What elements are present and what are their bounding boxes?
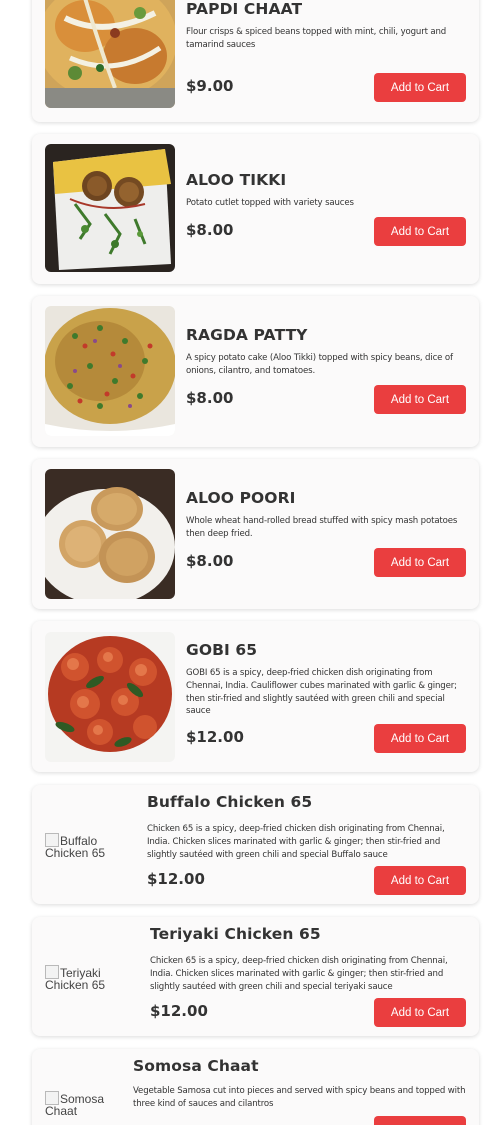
gobi-65-image [45, 632, 175, 762]
item-description: Chicken 65 is a spicy, deep-fried chicke… [147, 824, 445, 860]
add-to-cart-button[interactable]: Add to Cart [374, 385, 466, 414]
menu-item-card: ALOO POORI Whole wheat hand-rolled bread… [32, 459, 479, 609]
add-to-cart-button[interactable]: Add to Cart [374, 998, 466, 1027]
item-description: GOBI 65 is a spicy, deep-fried chicken d… [186, 668, 457, 717]
aloo-tikki-image [45, 144, 175, 272]
broken-image-icon [45, 1091, 59, 1105]
item-description: Vegetable Samosa cut into pieces and ser… [133, 1086, 466, 1109]
item-description: Chicken 65 is a spicy, deep-fried chicke… [150, 956, 448, 992]
item-price: $12.00 [147, 870, 205, 888]
item-title: ALOO POORI [186, 489, 296, 507]
menu-item-card: PAPDI CHAAT Flour crisps & spiced beans … [32, 0, 479, 122]
menu-item-card: RAGDA PATTY A spicy potato cake (Aloo Ti… [32, 296, 479, 447]
item-description: Flour crisps & spiced beans topped with … [186, 27, 447, 50]
item-title: RAGDA PATTY [186, 326, 308, 344]
add-to-cart-button[interactable]: Add to Cart [374, 1116, 466, 1125]
item-title: ALOO TIKKI [186, 171, 287, 189]
item-description: Potato cutlet topped with variety sauces [186, 198, 354, 208]
item-description: Whole wheat hand-rolled bread stuffed wi… [186, 516, 458, 539]
menu-item-card: Somosa Chaat Somosa Chaat Vegetable Samo… [32, 1049, 479, 1125]
add-to-cart-button[interactable]: Add to Cart [374, 217, 466, 246]
item-price: $8.00 [186, 221, 234, 239]
ragda-patty-image [45, 306, 175, 436]
aloo-poori-image [45, 469, 175, 599]
menu-item-card: GOBI 65 GOBI 65 is a spicy, deep-fried c… [32, 621, 479, 772]
item-description: A spicy potato cake (Aloo Tikki) topped … [186, 353, 453, 376]
add-to-cart-button[interactable]: Add to Cart [374, 724, 466, 753]
broken-image-icon [45, 833, 59, 847]
item-title: PAPDI CHAAT [186, 0, 303, 18]
item-price: $8.00 [186, 552, 234, 570]
menu-item-card: ALOO TIKKI Potato cutlet topped with var… [32, 134, 479, 284]
broken-image-placeholder: Buffalo Chicken 65 [45, 833, 133, 859]
item-price: $12.00 [150, 1002, 208, 1020]
menu-item-card: Teriyaki Chicken 65 Teriyaki Chicken 65 … [32, 917, 479, 1036]
item-price: $12.00 [186, 728, 244, 746]
menu-item-card: Buffalo Chicken 65 Buffalo Chicken 65 Ch… [32, 785, 479, 904]
papdi-chaat-image [45, 0, 175, 108]
add-to-cart-button[interactable]: Add to Cart [374, 866, 466, 895]
item-title: Buffalo Chicken 65 [147, 793, 313, 811]
item-title: Somosa Chaat [133, 1057, 259, 1075]
item-price: $9.00 [186, 77, 234, 95]
item-title: GOBI 65 [186, 641, 258, 659]
item-title: Teriyaki Chicken 65 [150, 925, 321, 943]
broken-image-icon [45, 965, 59, 979]
menu-list: PAPDI CHAAT Flour crisps & spiced beans … [0, 0, 496, 1125]
add-to-cart-button[interactable]: Add to Cart [374, 548, 466, 577]
item-price: $8.00 [186, 389, 234, 407]
broken-image-placeholder: Somosa Chaat [45, 1091, 111, 1117]
add-to-cart-button[interactable]: Add to Cart [374, 73, 466, 102]
broken-image-placeholder: Teriyaki Chicken 65 [45, 965, 133, 991]
